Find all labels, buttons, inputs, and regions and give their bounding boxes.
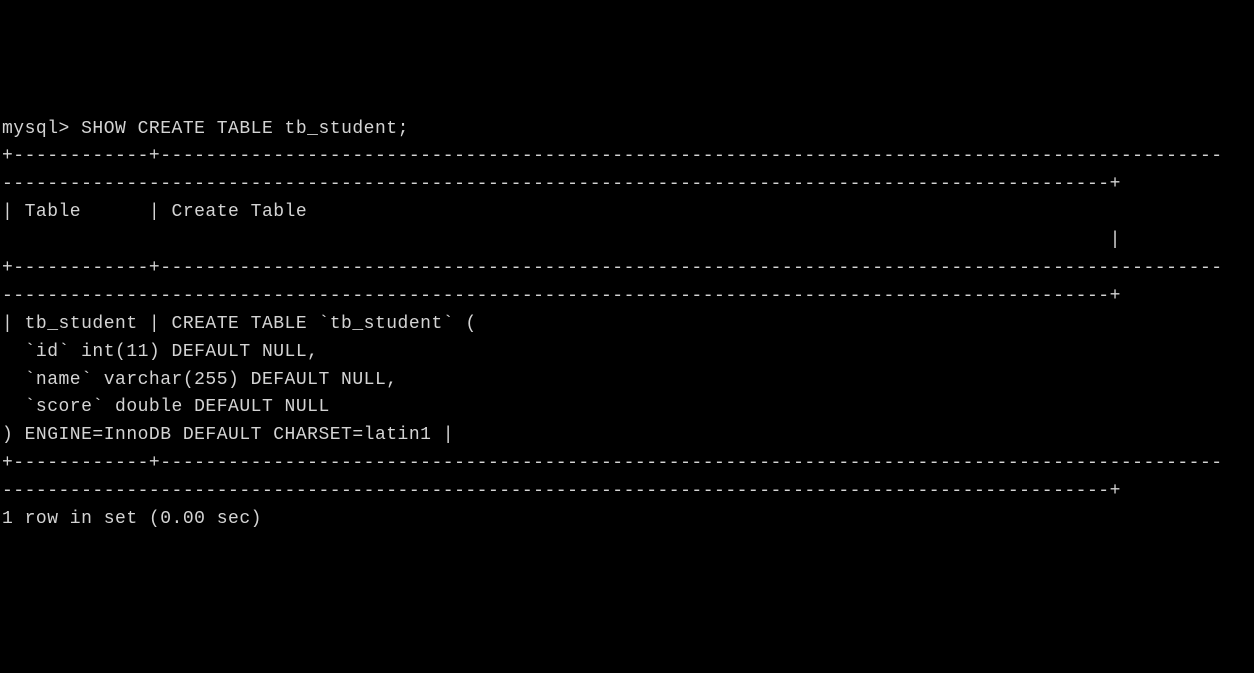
table-border-bot-1: +------------+--------------------------…	[2, 453, 1223, 473]
table-header-line-1: | Table | Create Table	[2, 202, 307, 222]
table-row-line-1: | tb_student | CREATE TABLE `tb_student`…	[2, 314, 477, 334]
mysql-prompt: mysql>	[2, 119, 81, 139]
terminal-output: mysql> SHOW CREATE TABLE tb_student; +--…	[2, 116, 1252, 534]
result-summary: 1 row in set (0.00 sec)	[2, 509, 262, 529]
table-row-line-2: `id` int(11) DEFAULT NULL,	[2, 342, 318, 362]
table-row-line-3: `name` varchar(255) DEFAULT NULL,	[2, 370, 398, 390]
sql-command: SHOW CREATE TABLE tb_student;	[81, 119, 409, 139]
table-border-top-2: ----------------------------------------…	[2, 174, 1121, 194]
table-border-bot-2: ----------------------------------------…	[2, 481, 1121, 501]
table-row-line-5: ) ENGINE=InnoDB DEFAULT CHARSET=latin1 |	[2, 425, 454, 445]
table-border-top-1: +------------+--------------------------…	[2, 146, 1223, 166]
table-border-mid-1: +------------+--------------------------…	[2, 258, 1223, 278]
table-header-line-2: |	[2, 230, 1121, 250]
table-row-line-4: `score` double DEFAULT NULL	[2, 397, 330, 417]
table-border-mid-2: ----------------------------------------…	[2, 286, 1121, 306]
